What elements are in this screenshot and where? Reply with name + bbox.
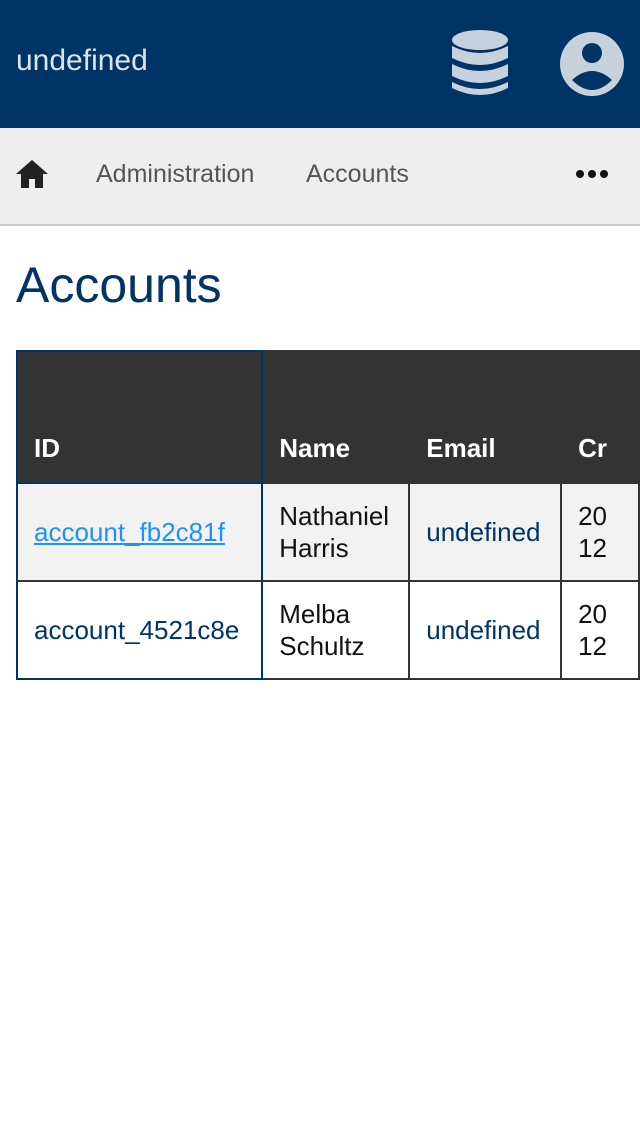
home-icon (16, 160, 48, 188)
page-title: Accounts (16, 257, 222, 313)
account-created-cell: 20 12 (560, 580, 640, 680)
breadcrumb: Administration Accounts (0, 128, 640, 226)
breadcrumb-accounts[interactable]: Accounts (306, 160, 409, 189)
account-name-cell: Melba Schultz (261, 580, 411, 680)
account-name-cell: Nathaniel Harris (261, 482, 411, 582)
account-email-cell: undefined (408, 580, 563, 680)
account-id-link[interactable]: account_fb2c81f (34, 517, 225, 547)
app-header: undefined (0, 0, 640, 128)
column-header-created[interactable]: Cr (560, 350, 640, 484)
created-part-1: 20 (578, 599, 608, 629)
database-icon (452, 30, 508, 95)
account-id-cell: account_fb2c81f (16, 482, 264, 582)
home-button[interactable] (14, 156, 50, 192)
more-button[interactable] (572, 158, 612, 190)
account-created-cell: 20 12 (560, 482, 640, 582)
name-last: Schultz (279, 631, 365, 661)
name-first: Nathaniel (279, 501, 390, 531)
column-header-id[interactable]: ID (16, 350, 264, 484)
column-header-name[interactable]: Name (261, 350, 411, 484)
column-header-email[interactable]: Email (408, 350, 563, 484)
account-id-cell: account_4521c8e (16, 580, 264, 680)
table-row[interactable]: account_fb2c81f Nathaniel Harris undefin… (16, 482, 640, 582)
account-email-cell: undefined (408, 482, 563, 582)
accounts-table-container[interactable]: ID Name Email Cr account_fb2c81f Nathani… (16, 350, 640, 680)
table-row[interactable]: account_4521c8e Melba Schultz undefined … (16, 580, 640, 680)
created-part-2: 12 (578, 533, 608, 563)
database-button[interactable] (446, 28, 514, 100)
created-part-2: 12 (578, 631, 608, 661)
accounts-table: ID Name Email Cr account_fb2c81f Nathani… (16, 350, 640, 680)
app-title: undefined (16, 44, 148, 77)
name-first: Melba (279, 599, 351, 629)
created-part-1: 20 (578, 501, 608, 531)
table-header-row: ID Name Email Cr (16, 350, 640, 484)
name-last: Harris (279, 533, 349, 563)
breadcrumb-administration[interactable]: Administration (96, 160, 254, 189)
account-menu-button[interactable] (556, 28, 628, 100)
account-circle-icon (560, 32, 624, 96)
more-horizontal-icon (576, 170, 608, 178)
